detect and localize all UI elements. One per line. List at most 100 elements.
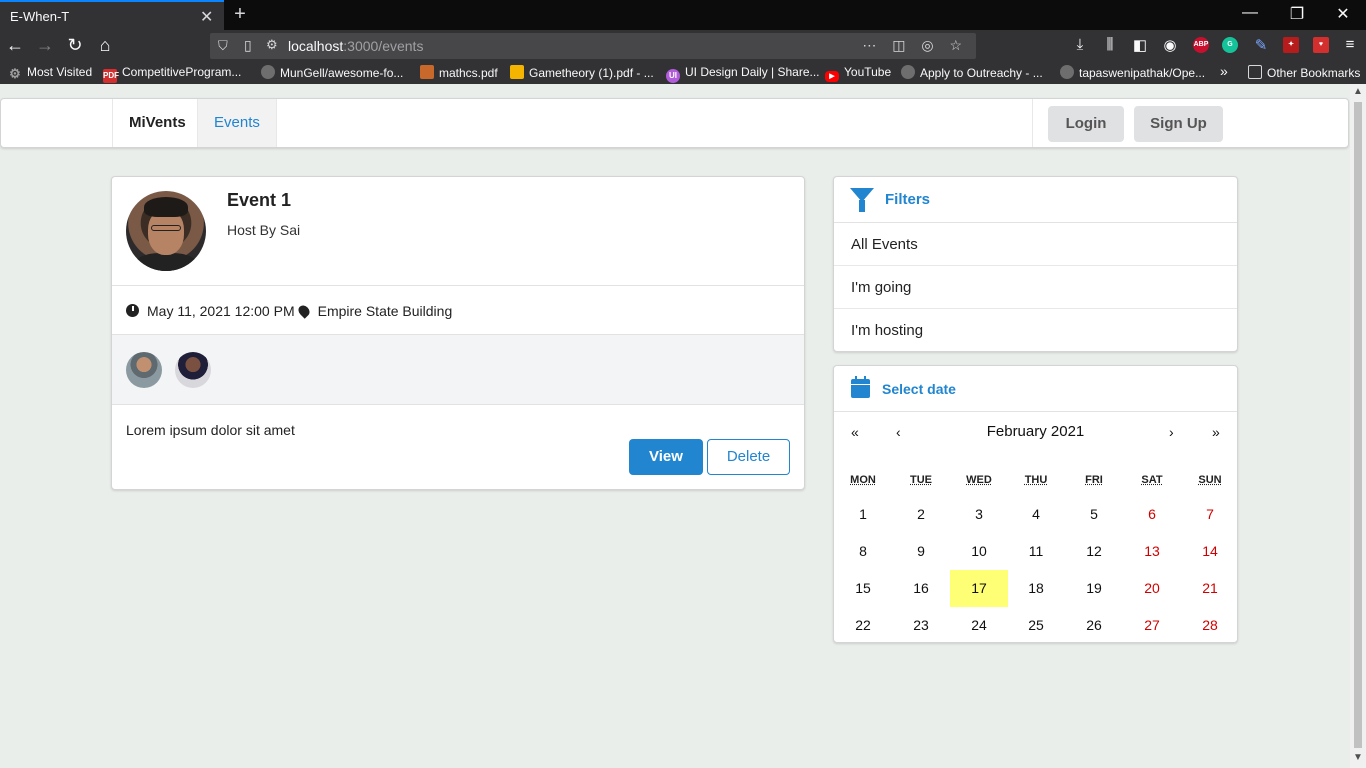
tracking-shield-icon[interactable]: ⛉ bbox=[218, 38, 228, 54]
calendar-day[interactable]: 17 bbox=[950, 570, 1008, 607]
filters-card: Filters All Events I'm going I'm hosting bbox=[833, 176, 1238, 352]
filter-hosting[interactable]: I'm hosting bbox=[834, 309, 1237, 352]
account-icon[interactable]: ◉ bbox=[1160, 36, 1180, 54]
youtube-icon: ▶ bbox=[825, 71, 839, 82]
bookmark-item[interactable]: MunGell/awesome-fo... bbox=[261, 65, 403, 80]
minimize-icon[interactable]: — bbox=[1240, 4, 1260, 22]
scrollbar-thumb[interactable] bbox=[1354, 102, 1362, 748]
calendar-day[interactable]: 4 bbox=[1007, 496, 1065, 533]
url-host: localhost bbox=[288, 38, 344, 54]
calendar-day[interactable]: 3 bbox=[950, 496, 1008, 533]
calendar-day[interactable]: 6 bbox=[1123, 496, 1181, 533]
scroll-down-icon[interactable]: ▼ bbox=[1353, 752, 1363, 763]
calendar-month-label[interactable]: February 2021 bbox=[834, 423, 1237, 440]
calendar-day[interactable]: 20 bbox=[1123, 570, 1181, 607]
calendar-day[interactable]: 18 bbox=[1007, 570, 1065, 607]
calendar-day[interactable]: 9 bbox=[892, 533, 950, 570]
bookmark-item[interactable]: Gametheory (1).pdf - ... bbox=[510, 65, 654, 80]
page-actions[interactable]: ⋯ ◫ ◎ ☆ bbox=[862, 37, 968, 54]
page-scrollbar[interactable]: ▲ ▼ bbox=[1350, 84, 1366, 768]
bookmark-item[interactable]: UI UI Design Daily | Share... bbox=[666, 65, 820, 83]
calendar-day[interactable]: 25 bbox=[1007, 607, 1065, 644]
adblock-icon[interactable]: ABP bbox=[1193, 37, 1209, 53]
bookmarks-overflow-icon[interactable]: » bbox=[1220, 63, 1228, 79]
back-icon[interactable]: ← bbox=[4, 35, 26, 56]
url-text[interactable]: localhost:3000/events bbox=[288, 38, 423, 54]
grammarly-icon[interactable]: G bbox=[1222, 37, 1238, 53]
heart-extension-icon[interactable]: ♥ bbox=[1313, 37, 1329, 53]
calendar-day[interactable]: 15 bbox=[834, 570, 892, 607]
calendar-day[interactable]: 26 bbox=[1065, 607, 1123, 644]
url-bar[interactable]: ⛉ ▯ ⚙ localhost:3000/events ⋯ ◫ ◎ ☆ bbox=[210, 33, 976, 59]
picker-icon[interactable]: ✎ bbox=[1251, 36, 1271, 54]
calendar-day[interactable]: 13 bbox=[1123, 533, 1181, 570]
calendar-day[interactable]: 10 bbox=[950, 533, 1008, 570]
attendee-avatar[interactable] bbox=[175, 352, 211, 388]
calendar-day[interactable]: 8 bbox=[834, 533, 892, 570]
page-info-icon[interactable]: ▯ bbox=[244, 37, 252, 54]
home-icon[interactable]: ⌂ bbox=[94, 35, 116, 56]
event-card: Event 1 Host By Sai May 11, 2021 12:00 P… bbox=[111, 176, 805, 490]
next-year-button[interactable]: » bbox=[1212, 424, 1220, 440]
library-icon[interactable]: ⫼ bbox=[1100, 36, 1120, 53]
event-title[interactable]: Event 1 bbox=[227, 190, 291, 211]
scroll-up-icon[interactable]: ▲ bbox=[1353, 86, 1363, 97]
calendar-day[interactable]: 22 bbox=[834, 607, 892, 644]
menu-icon[interactable]: ≡ bbox=[1340, 36, 1360, 53]
view-button[interactable]: View bbox=[629, 439, 703, 475]
close-tab-icon[interactable]: ✕ bbox=[200, 7, 213, 27]
attendee-avatar[interactable] bbox=[126, 352, 162, 388]
extension-icon[interactable]: ✦ bbox=[1283, 37, 1299, 53]
restore-icon[interactable]: ❐ bbox=[1287, 4, 1307, 24]
bookmark-label: YouTube bbox=[844, 65, 892, 79]
calendar-day[interactable]: 5 bbox=[1065, 496, 1123, 533]
filter-icon bbox=[850, 188, 874, 212]
date-card: Select date « ‹ February 2021 › » MON TUE… bbox=[833, 365, 1238, 643]
calendar-day[interactable]: 2 bbox=[892, 496, 950, 533]
filter-all-events[interactable]: All Events bbox=[834, 223, 1237, 266]
bookmark-item[interactable]: ⚙ Most Visited bbox=[8, 65, 92, 81]
event-description: Lorem ipsum dolor sit amet bbox=[126, 422, 295, 438]
auth-buttons: Login Sign Up bbox=[1032, 99, 1232, 147]
filter-going[interactable]: I'm going bbox=[834, 266, 1237, 309]
calendar-day[interactable]: 1 bbox=[834, 496, 892, 533]
signup-button[interactable]: Sign Up bbox=[1134, 106, 1223, 142]
calendar-day[interactable]: 21 bbox=[1181, 570, 1239, 607]
weekday-label: MON bbox=[850, 474, 876, 486]
reload-icon[interactable]: ↻ bbox=[64, 35, 86, 56]
bookmark-item[interactable]: tapaswenipathak/Ope... bbox=[1060, 65, 1205, 80]
calendar-day[interactable]: 16 bbox=[892, 570, 950, 607]
other-bookmarks[interactable]: Other Bookmarks bbox=[1248, 65, 1360, 80]
forward-icon[interactable]: → bbox=[34, 35, 56, 56]
bookmark-item[interactable]: mathcs.pdf bbox=[420, 65, 498, 80]
browser-tab[interactable]: E-When-T ✕ bbox=[0, 0, 224, 30]
gear-icon: ⚙ bbox=[9, 66, 21, 81]
bookmark-item[interactable]: Apply to Outreachy - ... bbox=[901, 65, 1043, 80]
delete-button[interactable]: Delete bbox=[707, 439, 790, 475]
event-datetime: May 11, 2021 12:00 PM bbox=[147, 303, 295, 319]
avatar-hair bbox=[144, 197, 188, 217]
calendar-day[interactable]: 24 bbox=[950, 607, 1008, 644]
attendee-list bbox=[112, 335, 804, 404]
calendar-day[interactable]: 12 bbox=[1065, 533, 1123, 570]
login-button[interactable]: Login bbox=[1048, 106, 1124, 142]
brand-logo[interactable]: MiVents bbox=[112, 99, 202, 147]
calendar-day[interactable]: 11 bbox=[1007, 533, 1065, 570]
calendar-day[interactable]: 23 bbox=[892, 607, 950, 644]
window-close-icon[interactable]: ✕ bbox=[1333, 4, 1353, 24]
downloads-icon[interactable]: ⤓ bbox=[1070, 36, 1090, 53]
sidebar-icon[interactable]: ◧ bbox=[1130, 36, 1150, 54]
next-month-button[interactable]: › bbox=[1169, 424, 1174, 440]
nav-events[interactable]: Events bbox=[197, 99, 277, 147]
bookmark-item[interactable]: PDF CompetitiveProgram... bbox=[103, 65, 241, 83]
date-header: Select date bbox=[834, 366, 1237, 412]
calendar-day[interactable]: 7 bbox=[1181, 496, 1239, 533]
calendar-day[interactable]: 27 bbox=[1123, 607, 1181, 644]
calendar-day[interactable]: 14 bbox=[1181, 533, 1239, 570]
new-tab-button[interactable]: + bbox=[230, 3, 250, 26]
calendar-day[interactable]: 28 bbox=[1181, 607, 1239, 644]
bookmark-item[interactable]: ▶ YouTube bbox=[825, 65, 891, 82]
weekday-label: FRI bbox=[1085, 474, 1103, 486]
permissions-icon[interactable]: ⚙ bbox=[266, 37, 278, 53]
calendar-day[interactable]: 19 bbox=[1065, 570, 1123, 607]
